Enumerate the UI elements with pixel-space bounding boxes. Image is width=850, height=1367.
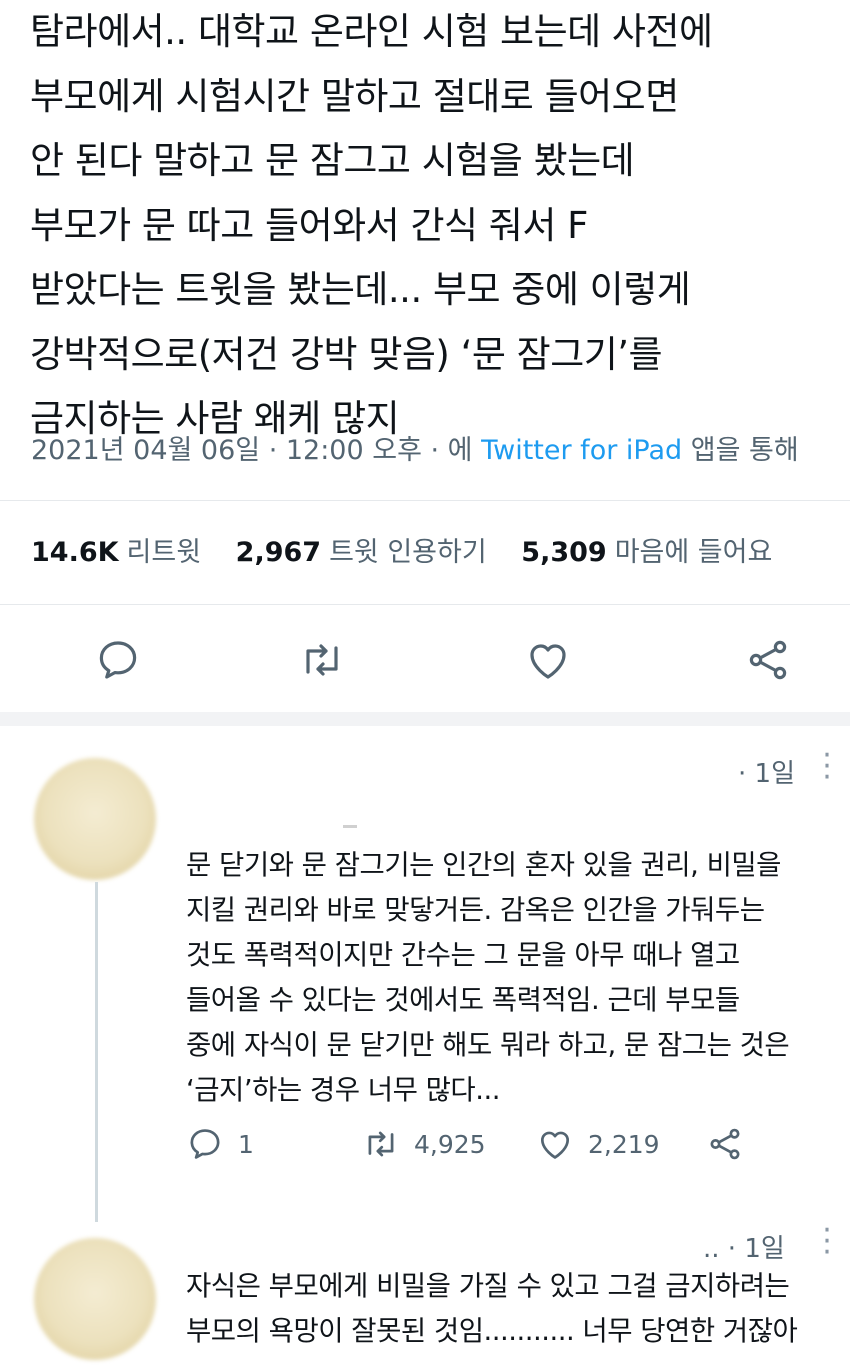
like-count: 2,219 [588, 1129, 660, 1159]
reply-button[interactable] [92, 630, 144, 690]
divider [0, 604, 850, 605]
reply-timestamp[interactable]: · 1일 [738, 753, 795, 790]
retweet-button[interactable]: 4,925 [362, 1122, 486, 1166]
vertical-dots-icon[interactable]: · · · [817, 741, 837, 793]
share-button[interactable] [742, 630, 794, 690]
reply-body: 자식은 부모에게 비밀을 가질 수 있고 그걸 금지하려는 부모의 욕망이 잘못… [186, 1270, 798, 1347]
tweet-source-suffix: 앱을 통해 [682, 435, 799, 466]
tweet-date: 2021년 04월 06일 · 12:00 오후 · 에 [31, 435, 482, 466]
reply-timestamp[interactable]: .. · 1일 [703, 1228, 785, 1265]
like-button[interactable]: 2,219 [536, 1122, 660, 1166]
retweet-arrows-icon [306, 644, 338, 676]
thread-line [95, 882, 98, 1222]
tweet-action-bar [0, 630, 850, 690]
reply-count: 1 [238, 1129, 254, 1159]
vertical-dots-icon[interactable]: · · · [817, 1216, 837, 1268]
like-button[interactable] [522, 630, 574, 690]
tweet-stats: 14.6K 리트윗 2,967 트윗 인용하기 5,309 마음에 들어요 [31, 530, 798, 569]
heart-icon [540, 1131, 570, 1159]
tweet-source-link[interactable]: Twitter for iPad [481, 435, 682, 466]
avatar[interactable] [34, 758, 156, 880]
reply-action-bar: 1 4,925 2,219 [186, 1122, 836, 1166]
likes-stat[interactable]: 5,309 마음에 들어요 [521, 537, 772, 568]
reply-button[interactable]: 1 [186, 1122, 254, 1166]
speech-bubble-icon [99, 641, 137, 679]
share-nodes-icon [749, 640, 787, 680]
divider [343, 825, 357, 828]
retweet-arrows-icon [368, 1131, 394, 1157]
share-button[interactable] [706, 1122, 758, 1166]
share-nodes-icon [710, 1128, 740, 1160]
reply-body: 문 닫기와 문 잠그기는 인간의 혼자 있을 권리, 비밀을 지킬 권리와 바로… [186, 849, 790, 1106]
avatar[interactable] [34, 1238, 156, 1360]
retweets-stat[interactable]: 14.6K 리트윗 [31, 537, 201, 568]
speech-bubble-icon [190, 1129, 220, 1159]
tweet-body: 탐라에서.. 대학교 온라인 시험 보는데 사전에 부모에게 시험시간 말하고 … [30, 10, 713, 440]
section-separator [0, 712, 850, 726]
heart-icon [530, 644, 566, 679]
quotes-stat[interactable]: 2,967 트윗 인용하기 [236, 537, 487, 568]
retweet-count: 4,925 [414, 1129, 486, 1159]
divider [0, 500, 850, 501]
retweet-button[interactable] [296, 630, 348, 690]
tweet-timestamp: 2021년 04월 06일 · 12:00 오후 · 에 Twitter for… [31, 428, 799, 467]
